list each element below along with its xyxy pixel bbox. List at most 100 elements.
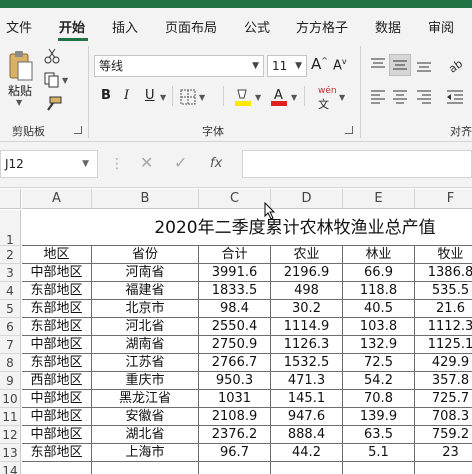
row-header-9[interactable]: 9 (0, 372, 21, 390)
data-cell[interactable]: 重庆市 (92, 372, 199, 390)
data-cell[interactable]: 357.8 (415, 372, 472, 390)
data-cell[interactable]: 725.7 (415, 390, 472, 408)
data-cell[interactable]: 西部地区 (22, 372, 92, 390)
borders-icon[interactable] (180, 89, 196, 105)
tab-home[interactable]: 开始 (59, 17, 85, 36)
paste-icon[interactable] (8, 50, 34, 82)
data-cell[interactable]: 中部地区 (22, 264, 92, 282)
column-header-c[interactable]: C (199, 189, 271, 209)
data-cell[interactable]: 北京市 (92, 300, 199, 318)
underline-button[interactable]: U (145, 88, 155, 103)
tab-page-layout[interactable]: 页面布局 (165, 17, 217, 36)
data-cell[interactable]: 中部地区 (22, 390, 92, 408)
row-header-2[interactable]: 2 (0, 246, 21, 264)
data-cell[interactable]: 145.1 (271, 390, 343, 408)
data-cell[interactable]: 1112.3 (415, 318, 472, 336)
data-cell[interactable]: 2108.9 (199, 408, 271, 426)
data-cell[interactable]: 东部地区 (22, 318, 92, 336)
data-cell[interactable]: 黑龙江省 (92, 390, 199, 408)
align-bottom-icon[interactable] (416, 58, 432, 72)
copy-icon[interactable] (44, 72, 60, 88)
empty-cell[interactable] (343, 462, 415, 474)
data-cell[interactable]: 63.5 (343, 426, 415, 444)
data-cell[interactable]: 1532.5 (271, 354, 343, 372)
fill-color-dropdown-icon[interactable]: ▼ (255, 93, 261, 102)
data-cell[interactable]: 5.1 (343, 444, 415, 462)
data-cell[interactable]: 东部地区 (22, 300, 92, 318)
data-cell[interactable]: 东部地区 (22, 354, 92, 372)
data-cell[interactable]: 888.4 (271, 426, 343, 444)
row-header-11[interactable]: 11 (0, 408, 21, 426)
data-cell[interactable]: 1031 (199, 390, 271, 408)
data-cell[interactable]: 东部地区 (22, 282, 92, 300)
data-cell[interactable]: 福建省 (92, 282, 199, 300)
data-cell[interactable]: 江苏省 (92, 354, 199, 372)
header-cell[interactable]: 林业 (343, 246, 415, 264)
copy-dropdown-icon[interactable]: ▼ (62, 76, 68, 85)
font-name-dropdown-icon[interactable]: ▼ (252, 56, 259, 76)
tab-formulas[interactable]: 公式 (244, 17, 270, 36)
decrease-font-button[interactable]: Av (333, 57, 347, 73)
tab-data[interactable]: 数据 (375, 17, 401, 36)
row-header-3[interactable]: 3 (0, 264, 21, 282)
row-header-13[interactable]: 13 (0, 444, 21, 462)
column-header-e[interactable]: E (343, 189, 415, 209)
data-cell[interactable]: 132.9 (343, 336, 415, 354)
data-cell[interactable]: 1125.1 (415, 336, 472, 354)
tab-fangfang-gezi[interactable]: 方方格子 (296, 17, 348, 36)
data-cell[interactable]: 上海市 (92, 444, 199, 462)
data-cell[interactable]: 湖南省 (92, 336, 199, 354)
data-cell[interactable]: 1833.5 (199, 282, 271, 300)
decrease-indent-icon[interactable] (446, 90, 464, 104)
data-cell[interactable]: 429.9 (415, 354, 472, 372)
data-cell[interactable]: 66.9 (343, 264, 415, 282)
data-cell[interactable]: 2550.4 (199, 318, 271, 336)
formula-input[interactable] (242, 150, 472, 178)
empty-cell[interactable] (415, 462, 472, 474)
data-cell[interactable]: 2750.9 (199, 336, 271, 354)
align-top-icon[interactable] (370, 58, 386, 72)
fill-color-icon[interactable] (234, 87, 252, 107)
font-size-select[interactable]: 11 ▼ (267, 55, 307, 77)
data-cell[interactable]: 1386.8 (415, 264, 472, 282)
align-right-icon[interactable] (416, 90, 432, 104)
align-middle-icon[interactable] (392, 58, 408, 72)
column-header-d[interactable]: D (271, 189, 343, 209)
row-header-8[interactable]: 8 (0, 354, 21, 372)
data-cell[interactable]: 759.2 (415, 426, 472, 444)
data-cell[interactable]: 2376.2 (199, 426, 271, 444)
data-cell[interactable]: 947.6 (271, 408, 343, 426)
italic-button[interactable]: I (124, 88, 129, 103)
data-cell[interactable]: 中部地区 (22, 408, 92, 426)
data-cell[interactable]: 54.2 (343, 372, 415, 390)
clipboard-dialog-launcher[interactable] (74, 126, 82, 134)
row-header-12[interactable]: 12 (0, 426, 21, 444)
data-cell[interactable]: 2766.7 (199, 354, 271, 372)
header-cell[interactable]: 地区 (22, 246, 92, 264)
empty-cell[interactable] (22, 462, 92, 474)
row-header-6[interactable]: 6 (0, 318, 21, 336)
align-left-icon[interactable] (370, 90, 386, 104)
empty-cell[interactable] (199, 462, 271, 474)
row-header-1[interactable]: 1 (0, 210, 21, 247)
phonetic-guide-button[interactable]: wén (318, 86, 337, 96)
header-cell[interactable]: 省份 (92, 246, 199, 264)
row-header-10[interactable]: 10 (0, 390, 21, 408)
column-header-b[interactable]: B (92, 189, 199, 209)
name-box-dropdown-icon[interactable]: ▼ (82, 151, 89, 177)
header-cell[interactable]: 农业 (271, 246, 343, 264)
data-cell[interactable]: 44.2 (271, 444, 343, 462)
row-header-4[interactable]: 4 (0, 282, 21, 300)
data-cell[interactable]: 103.8 (343, 318, 415, 336)
empty-cell[interactable] (271, 462, 343, 474)
bold-button[interactable]: B (101, 88, 111, 103)
font-color-dropdown-icon[interactable]: ▼ (291, 93, 297, 102)
data-cell[interactable]: 535.5 (415, 282, 472, 300)
data-cell[interactable]: 河北省 (92, 318, 199, 336)
data-cell[interactable]: 708.3 (415, 408, 472, 426)
data-cell[interactable]: 河南省 (92, 264, 199, 282)
data-cell[interactable]: 3991.6 (199, 264, 271, 282)
data-cell[interactable]: 中部地区 (22, 426, 92, 444)
data-cell[interactable]: 70.8 (343, 390, 415, 408)
data-cell[interactable]: 1114.9 (271, 318, 343, 336)
